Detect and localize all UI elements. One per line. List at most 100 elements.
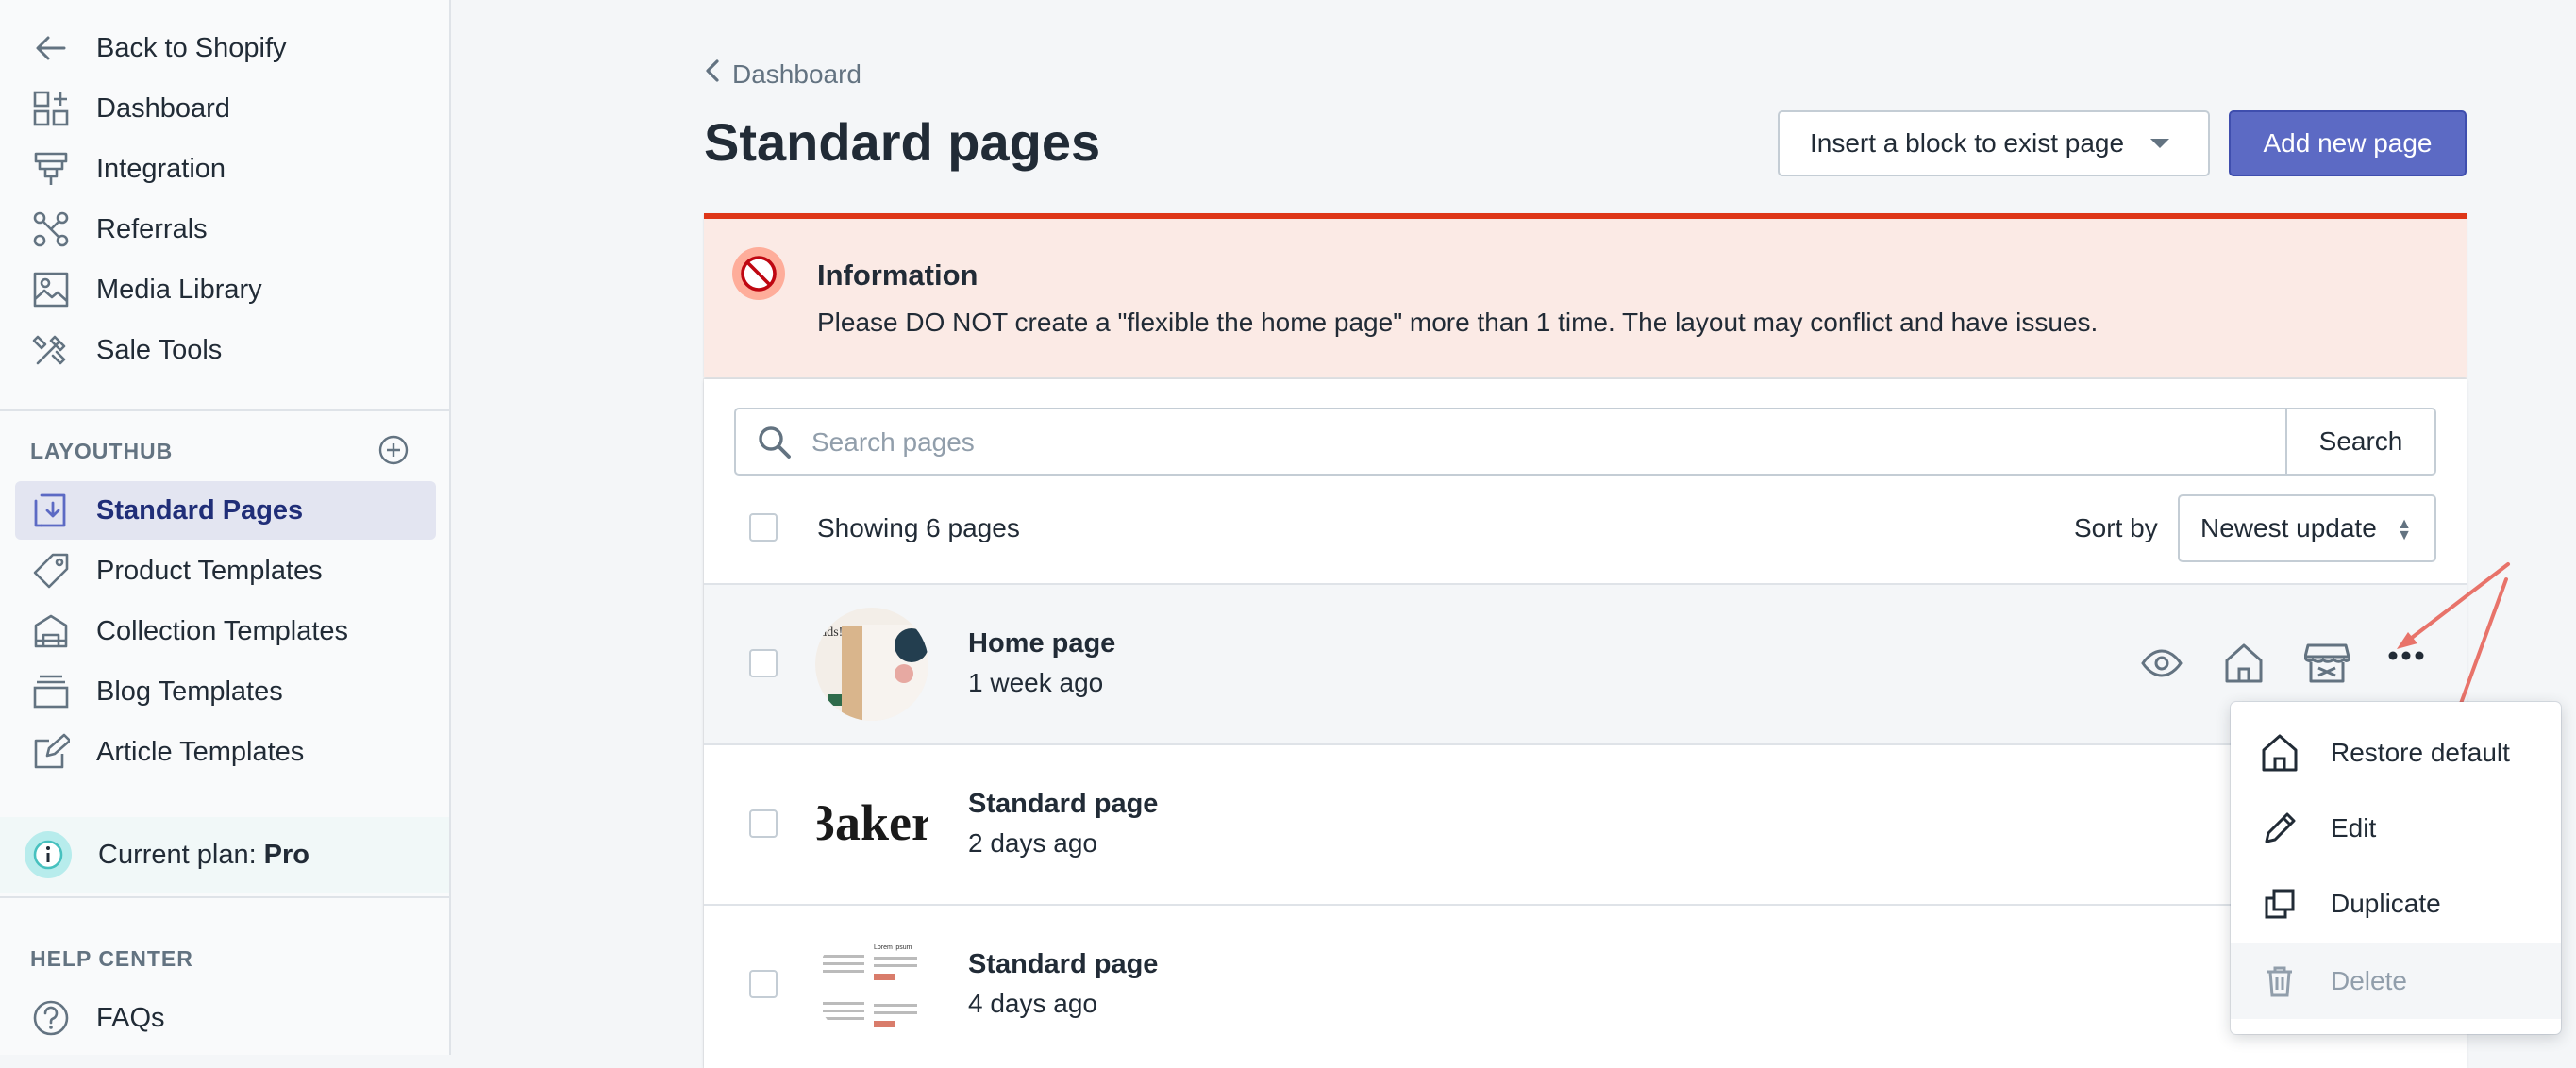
sidebar-divider xyxy=(0,896,449,898)
row-title[interactable]: Home page xyxy=(968,628,1115,659)
sort-select[interactable]: Newest update ▲ ▼ xyxy=(2178,494,2436,562)
table-row[interactable]: 3aker Standard page 2 days ago xyxy=(704,743,2467,904)
home-icon xyxy=(2261,734,2299,772)
banner-text: Please DO NOT create a "flexible the hom… xyxy=(817,308,2099,337)
select-arrows-icon: ▲ ▼ xyxy=(2397,516,2412,543)
menu-item-label: Restore default xyxy=(2331,738,2510,767)
menu-item-duplicate[interactable]: Duplicate xyxy=(2231,866,2561,942)
current-plan: Current plan: Pro xyxy=(0,817,449,893)
add-new-page-button[interactable]: Add new page xyxy=(2229,110,2467,176)
menu-item-delete[interactable]: Delete xyxy=(2231,943,2561,1019)
breadcrumb[interactable]: Dashboard xyxy=(704,58,861,90)
sidebar-item-back-to-shopify[interactable]: Back to Shopify xyxy=(15,19,436,77)
row-title[interactable]: Standard page xyxy=(968,949,1158,980)
menu-item-label: Delete xyxy=(2331,966,2407,995)
thumbnail-text: ads! xyxy=(821,626,843,640)
sidebar-item-label: Standard Pages xyxy=(96,494,304,526)
section-label-layouthub: LAYOUTHUB xyxy=(30,439,174,463)
search-bar: Search xyxy=(734,408,2436,476)
row-title[interactable]: Standard page xyxy=(968,789,1158,820)
sidebar-item-label: Product Templates xyxy=(96,555,323,586)
sidebar-item-label: Blog Templates xyxy=(96,676,283,707)
sidebar-item-faqs[interactable]: FAQs xyxy=(15,989,436,1047)
page-title: Standard pages xyxy=(704,112,1101,172)
info-icon xyxy=(25,831,72,878)
arrow-left-icon xyxy=(28,25,74,71)
tag-icon xyxy=(28,548,74,593)
sidebar-item-label: Article Templates xyxy=(96,736,305,767)
sidebar-item-sale-tools[interactable]: Sale Tools xyxy=(15,321,436,379)
sidebar-item-label: Sale Tools xyxy=(96,334,223,365)
sidebar-item-media-library[interactable]: Media Library xyxy=(15,260,436,319)
sidebar-item-article-templates[interactable]: Article Templates xyxy=(15,723,436,781)
sidebar-item-label: Integration xyxy=(96,153,226,184)
page-thumbnail: 3aker xyxy=(815,768,928,881)
tools-icon xyxy=(28,327,74,373)
row-checkbox[interactable] xyxy=(749,649,778,677)
page-thumbnail: ads! xyxy=(815,608,928,721)
row-checkbox[interactable] xyxy=(749,809,778,838)
table-row[interactable]: Lorem ipsum Standard page 4 days ago xyxy=(704,904,2467,1064)
image-icon xyxy=(28,267,74,312)
menu-item-restore-default[interactable]: Restore default xyxy=(2231,715,2561,791)
search-input[interactable] xyxy=(810,417,2040,468)
chevron-left-icon xyxy=(704,58,721,90)
menu-item-label: Edit xyxy=(2331,813,2377,843)
question-icon xyxy=(28,995,74,1041)
add-circle-icon[interactable] xyxy=(377,434,410,471)
home-icon[interactable] xyxy=(2223,642,2265,690)
showing-count: Showing 6 pages xyxy=(817,513,1020,542)
table-row[interactable]: ads! Home page 1 week ago xyxy=(704,583,2467,743)
insert-block-button[interactable]: Insert a block to exist page xyxy=(1778,110,2210,176)
menu-item-edit[interactable]: Edit xyxy=(2231,791,2561,866)
collection-icon xyxy=(28,609,74,654)
page-thumbnail: Lorem ipsum xyxy=(815,928,928,1042)
thumbnail-text: 3aker xyxy=(815,794,928,851)
row-time: 1 week ago xyxy=(968,668,1104,697)
sidebar: Back to Shopify Dashboard Integration Re… xyxy=(0,0,451,1055)
pages-card: Search Showing 6 pages Sort by Newest up… xyxy=(704,379,2467,1068)
information-banner: Information Please DO NOT create a "flex… xyxy=(704,213,2467,377)
sort-label: Sort by xyxy=(2074,513,2158,542)
article-icon xyxy=(28,729,74,775)
sidebar-item-label: Referrals xyxy=(96,213,208,244)
sidebar-item-standard-pages[interactable]: Standard Pages xyxy=(15,481,436,540)
standard-pages-icon xyxy=(28,488,74,533)
sidebar-item-integration[interactable]: Integration xyxy=(15,140,436,198)
blog-icon xyxy=(28,669,74,714)
prohibited-icon xyxy=(732,247,785,300)
sort-value: Newest update xyxy=(2200,513,2377,542)
sidebar-item-collection-templates[interactable]: Collection Templates xyxy=(15,602,436,660)
section-label-help-center: HELP CENTER xyxy=(30,946,193,971)
storefront-icon[interactable] xyxy=(2303,642,2351,690)
insert-block-label: Insert a block to exist page xyxy=(1810,128,2125,158)
sidebar-item-label: Dashboard xyxy=(96,92,230,124)
dashboard-icon xyxy=(28,86,74,131)
row-checkbox[interactable] xyxy=(749,970,778,998)
plan-value: Pro xyxy=(263,839,309,870)
actions-popover: Restore default Edit Duplicate Delete xyxy=(2231,702,2561,1034)
pencil-icon xyxy=(2261,809,2299,847)
caret-down-icon xyxy=(2150,139,2170,148)
select-all-checkbox[interactable] xyxy=(749,513,778,542)
integration-icon xyxy=(28,146,74,192)
sidebar-item-referrals[interactable]: Referrals xyxy=(15,200,436,259)
row-time: 4 days ago xyxy=(968,989,1097,1018)
sidebar-item-dashboard[interactable]: Dashboard xyxy=(15,79,436,138)
menu-item-label: Duplicate xyxy=(2331,889,2441,918)
trash-icon xyxy=(2261,962,2299,1000)
plan-label: Current plan: xyxy=(98,839,257,870)
sidebar-item-product-templates[interactable]: Product Templates xyxy=(15,542,436,600)
breadcrumb-label[interactable]: Dashboard xyxy=(732,59,861,90)
sidebar-item-label: FAQs xyxy=(96,1002,165,1033)
sidebar-item-label: Collection Templates xyxy=(96,615,349,646)
duplicate-icon xyxy=(2261,885,2299,923)
search-icon xyxy=(757,425,793,465)
sidebar-item-label: Media Library xyxy=(96,274,262,305)
thumbnail-text: Lorem ipsum xyxy=(874,944,912,951)
search-button[interactable]: Search xyxy=(2285,409,2434,474)
sidebar-divider xyxy=(0,409,449,411)
eye-icon[interactable] xyxy=(2140,642,2183,690)
sidebar-item-label: Back to Shopify xyxy=(96,32,287,63)
sidebar-item-blog-templates[interactable]: Blog Templates xyxy=(15,662,436,721)
